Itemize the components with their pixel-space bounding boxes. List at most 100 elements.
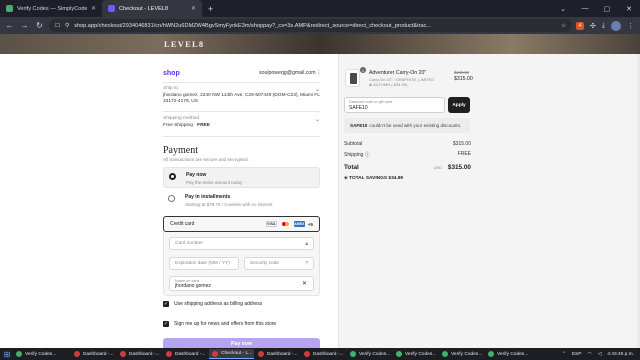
pay-now-title: Pay now [186,172,207,178]
taskbar-item[interactable]: Verify Codes... [347,349,392,359]
taskbar-item-label: Dashboard -... [129,351,160,357]
new-tab-button[interactable]: + [202,4,219,14]
total-amount: USD $315.00 [434,164,471,171]
expiration-date-field[interactable]: Expiration date (MM / YY) [169,257,239,270]
chevron-up-icon[interactable]: ⌃ [562,352,566,357]
site-info-icon[interactable]: ⚲ [65,23,69,29]
taskbar-item-label: Verify Codes... [359,351,391,357]
help-icon[interactable]: ? [305,261,308,267]
profile-avatar[interactable] [611,20,621,31]
close-tab-icon[interactable]: ✕ [91,5,96,12]
total-row: Total USD $315.00 [344,164,471,171]
total-value: $315.00 [447,164,471,171]
chevron-down-icon[interactable]: ⌄ [315,116,320,123]
security-code-field[interactable]: Security code ? [244,257,314,270]
checkbox-checked-icon[interactable]: ✓ [163,321,169,327]
start-windows-icon[interactable]: ⊞ [2,349,12,359]
app-icon [74,351,80,357]
pay-now-button[interactable]: Pay now [163,338,320,348]
taskbar-item[interactable]: Dashboard -... [255,349,300,359]
info-icon[interactable]: ⓘ [365,152,370,158]
pay-now-radio[interactable] [169,173,176,180]
clear-icon[interactable]: ✕ [302,280,307,287]
discount-code-input[interactable]: Discount code or gift card SAFE10 [344,97,445,113]
ship-to-label: Ship to [163,86,178,91]
star-icon[interactable]: ☆ [561,23,566,29]
forward-icon[interactable]: → [19,21,30,30]
security-code-placeholder: Security code [250,261,280,266]
installments-radio[interactable] [168,195,175,202]
account-menu-icon[interactable]: ⋮ [316,69,322,76]
credit-card-label: Credit card [170,221,195,227]
pay-now-desc: Pay the entire amount today [186,180,243,185]
tab-verify-codes[interactable]: Verify Codes — SimplyCodes ✕ [0,0,102,17]
product-discount-text: AUTUMN (-$34.99) [372,82,408,87]
extension-badge-icon[interactable]: 4 [576,21,585,30]
installments-option[interactable]: Pay in installments Starting at $78.75 /… [163,190,320,210]
wifi-icon[interactable]: ◠ [587,352,591,357]
app-icon [442,351,448,357]
savings-label: TOTAL SAVINGS [349,176,388,181]
tab-search-icon[interactable]: ⌄ [552,0,574,17]
bookmark-icon[interactable]: ☐ [55,23,60,29]
card-number-field[interactable]: Card number 🔒︎ [169,237,314,250]
minimize-icon[interactable]: — [574,0,596,17]
checkout-favicon-icon [108,5,115,12]
volume-icon[interactable]: ◁ [598,352,602,357]
app-icon [166,351,172,357]
taskbar-item[interactable]: Checkout - L... [209,349,254,359]
close-window-icon[interactable]: ✕ [618,0,640,17]
taskbar-item-label: Verify Codes... [451,351,483,357]
language-indicator[interactable]: ESP [572,352,582,357]
quantity-badge: 1 [360,67,366,73]
clock[interactable]: 4:43:49 p.m. [607,352,634,357]
credit-card-option[interactable]: Credit card VISA AMEX +5 [163,216,320,232]
pay-now-option[interactable]: Pay now Pay the entire amount today [163,167,320,188]
taskbar-item[interactable]: Dashboard -... [71,349,116,359]
product-name: Adventurer Carry-On 20" [369,70,427,76]
app-icon [396,351,402,357]
apply-button[interactable]: Apply [448,97,470,113]
url-text: shop.app/checkout/2934046831/cn/hWN2u6DM… [74,22,432,29]
maximize-icon[interactable]: ▢ [596,0,618,17]
billing-address-label: Use shipping address as billing address [174,301,263,307]
product-thumbnail [345,69,360,87]
taskbar-item[interactable]: Dashboard -... [117,349,162,359]
luggage-icon [350,73,357,84]
payment-subtitle: All transactions are secure and encrypte… [163,157,249,162]
tab-title: Checkout - LEVEL8 [119,5,169,12]
app-icon [258,351,264,357]
close-tab-icon[interactable]: ✕ [191,5,196,12]
taskbar-item[interactable]: Verify Codes... [485,349,530,359]
chevron-down-icon[interactable]: ⌄ [315,86,320,93]
app-icon [212,350,218,357]
download-icon[interactable]: ⤓ [602,22,605,30]
kebab-menu-icon[interactable]: ⋮ [627,22,634,30]
shipping-method-section[interactable]: Shipping method Free Shipping · FREE ⌄ [163,116,320,129]
taskbar-item[interactable]: Verify Codes... [393,349,438,359]
amex-icon: AMEX [293,221,305,227]
billing-address-checkbox[interactable]: ✓ Use shipping address as billing addres… [163,301,262,307]
store-logo[interactable]: LEVEL8 [164,39,204,49]
taskbar-item[interactable]: Dashboard -... [301,349,346,359]
browser-tab-strip: Verify Codes — SimplyCodes ✕ Checkout - … [0,0,640,17]
extensions-puzzle-icon[interactable]: ✣ [590,22,596,30]
tab-checkout[interactable]: Checkout - LEVEL8 ✕ [102,0,202,17]
address-bar[interactable]: ☐ ⚲ shop.app/checkout/2934046831/cn/hWN2… [49,19,573,32]
checkbox-checked-icon[interactable]: ✓ [163,301,169,307]
newsletter-checkbox[interactable]: ✓ Sign me up for news and offers from th… [163,321,276,327]
reload-icon[interactable]: ↻ [34,21,45,30]
ship-to-section[interactable]: Ship to jhordano gomez, 2240 NW 114th Av… [163,86,320,106]
taskbar-item[interactable]: Verify Codes... [439,349,484,359]
taskbar-item[interactable]: Dashboard -... [163,349,208,359]
name-on-card-field[interactable]: Name on card jhordano gomez ✕ [169,276,314,291]
taskbar-item-label: Verify Codes... [25,351,57,357]
divider [163,82,320,83]
divider [163,111,320,112]
back-icon[interactable]: ← [4,21,15,30]
compare-at-price: $349.99 [454,70,470,75]
taskbar-item-label: Dashboard -... [175,351,206,357]
store-header-banner: LEVEL8 [0,34,640,54]
taskbar-item[interactable]: Verify Codes... [13,349,70,359]
total-label: Total [344,164,359,171]
